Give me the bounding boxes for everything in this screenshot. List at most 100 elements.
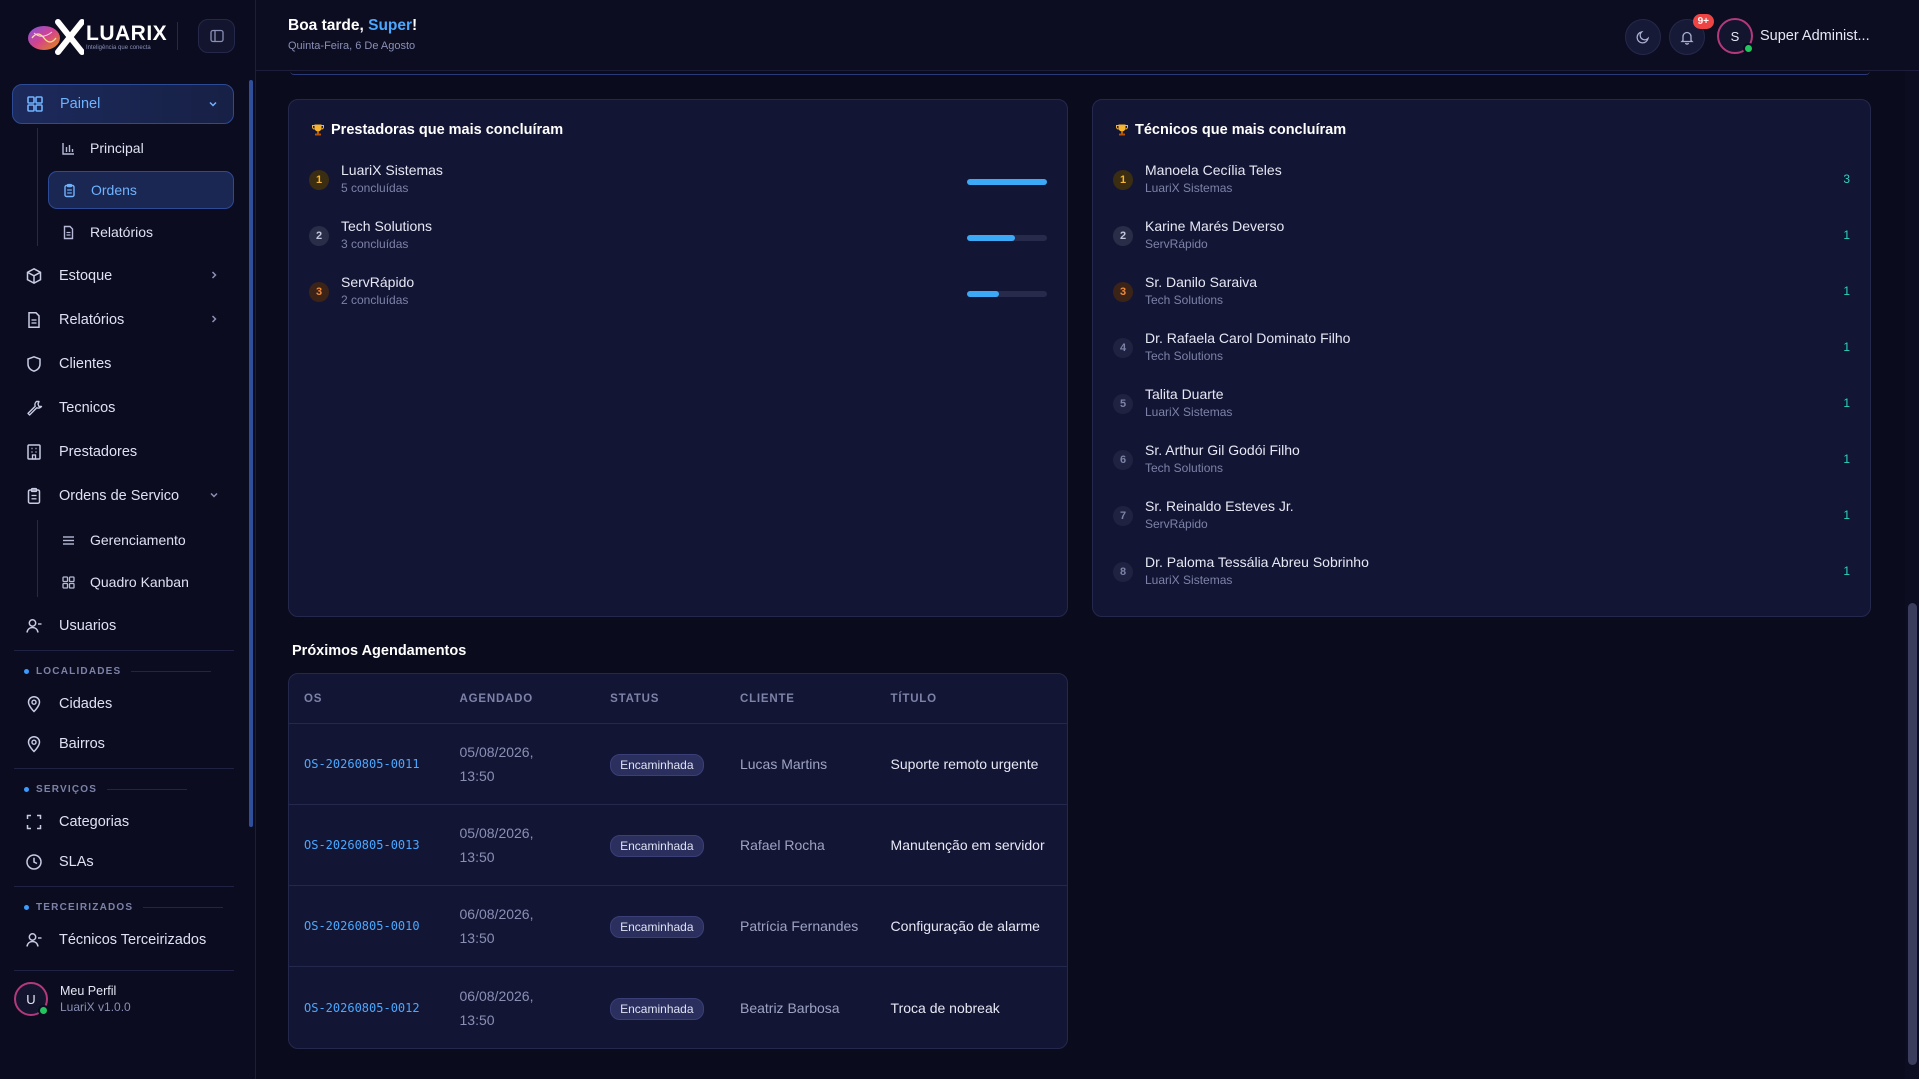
- table-row[interactable]: OS-20260805-0012 06/08/2026, 13:50 Encaminh…: [289, 967, 1067, 1048]
- scheduled-date: 05/08/2026,: [459, 825, 534, 841]
- table-row[interactable]: OS-20260805-0010 06/08/2026, 13:50 Encaminh…: [289, 886, 1067, 967]
- theme-toggle-button[interactable]: [1625, 19, 1661, 55]
- sidebar-item-estoque[interactable]: Estoque: [12, 256, 234, 296]
- progress-bar: [967, 291, 1047, 297]
- chevron-right-icon: [211, 315, 217, 323]
- logo-divider: [177, 22, 178, 50]
- technician-company: Tech Solutions: [1145, 349, 1224, 363]
- sidebar-subitem-relatorios[interactable]: Relatórios: [48, 213, 234, 251]
- sidebar-item-relatorios[interactable]: Relatórios: [12, 300, 234, 340]
- sidebar-item-label: Tecnicos: [59, 400, 116, 416]
- clipboard-list-icon: [27, 487, 41, 504]
- status-cell: Encaminhada: [595, 724, 725, 805]
- sidebar-item-label: Técnicos Terceirizados: [59, 932, 207, 948]
- completed-count: 3: [1843, 172, 1850, 186]
- section-label-localidades: LOCALIDADES: [24, 664, 212, 678]
- sidebar-item-label: Prestadores: [59, 444, 138, 460]
- greeting-prefix: Boa tarde,: [288, 17, 369, 34]
- chevron-right-icon: [211, 271, 217, 279]
- notifications-button[interactable]: 9+: [1669, 14, 1714, 55]
- profile-menu[interactable]: U Meu Perfil LuariX v1.0.0: [14, 982, 131, 1016]
- section-rule: [143, 906, 224, 908]
- previous-card-edge: [290, 71, 1870, 75]
- sidebar-item-label: Painel: [60, 96, 101, 112]
- completed-count: 5 concluídas: [341, 181, 409, 195]
- table-row[interactable]: OS-20260805-0011 05/08/2026, 13:50 Encaminh…: [289, 724, 1067, 805]
- sidebar-item-slas[interactable]: SLAs: [12, 842, 234, 882]
- sidebar-subitem-principal[interactable]: Principal: [48, 129, 234, 167]
- technician-row[interactable]: 2 Karine Marés Deverso ServRápido 1: [1113, 218, 1850, 258]
- technician-name: Manoela Cecília Teles: [1145, 162, 1282, 178]
- sidebar-item-tecnicos-terceirizados[interactable]: Técnicos Terceirizados: [12, 920, 234, 960]
- technician-row[interactable]: 5 Talita Duarte LuariX Sistemas 1: [1113, 386, 1850, 426]
- top-header: Boa tarde, Super! Quinta-Feira, 6 De Ago…: [256, 0, 1919, 71]
- sidebar-subitem-label: Quadro Kanban: [90, 574, 189, 590]
- provider-row[interactable]: 1 LuariX Sistemas 5 concluídas: [309, 162, 1047, 202]
- card-title-text: Técnicos que mais concluíram: [1135, 122, 1347, 138]
- user-menu-name[interactable]: Super Administ...: [1760, 28, 1870, 44]
- sidebar-item-prestadores[interactable]: Prestadores: [12, 432, 234, 472]
- report-icon: [28, 312, 40, 328]
- technician-name: Dr. Rafaela Carol Dominato Filho: [1145, 330, 1351, 346]
- page-scrollbar-thumb[interactable]: [1908, 603, 1917, 1065]
- technician-company: ServRápido: [1145, 517, 1208, 531]
- provider-row[interactable]: 2 Tech Solutions 3 concluídas: [309, 218, 1047, 258]
- technician-row[interactable]: 6 Sr. Arthur Gil Godói Filho Tech Solution…: [1113, 442, 1850, 482]
- technician-row[interactable]: 1 Manoela Cecília Teles LuariX Sistemas 3: [1113, 162, 1850, 202]
- clock-icon: [26, 854, 42, 870]
- chevron-down-icon: [209, 101, 217, 107]
- section-label-text: SERVIÇOS: [36, 783, 98, 795]
- collapse-sidebar-button[interactable]: [198, 19, 235, 53]
- sidebar-subitem-ordens[interactable]: Ordens: [48, 171, 234, 209]
- status-badge: Encaminhada: [610, 997, 704, 1020]
- column-header: TÍTULO: [875, 674, 1067, 724]
- rank-badge: 3: [309, 282, 329, 302]
- provider-row[interactable]: 3 ServRápido 2 concluídas: [309, 274, 1047, 314]
- sidebar-item-bairros[interactable]: Bairros: [12, 724, 234, 764]
- technician-row[interactable]: 7 Sr. Reinaldo Esteves Jr. ServRápido 1: [1113, 498, 1850, 538]
- os-number-link[interactable]: OS-20260805-0012: [289, 967, 445, 1048]
- section-dot: [24, 786, 29, 792]
- card-title-text: Prestadoras que mais concluíram: [331, 122, 564, 138]
- sidebar-item-painel[interactable]: Painel: [12, 84, 234, 124]
- technician-row[interactable]: 8 Dr. Paloma Tessália Abreu Sobrinho Luari…: [1113, 554, 1850, 594]
- sidebar-item-categorias[interactable]: Categorias: [12, 802, 234, 842]
- user-avatar[interactable]: S: [1717, 18, 1754, 54]
- sidebar-item-label: Bairros: [59, 736, 105, 752]
- sidebar-item-ordens-de-servico[interactable]: Ordens de Servico: [12, 476, 234, 516]
- section-label-text: LOCALIDADES: [36, 665, 122, 677]
- scheduled-date: 06/08/2026,: [459, 906, 534, 922]
- sidebar-subitem-label: Gerenciamento: [90, 532, 186, 548]
- sidebar-subitem-gerenciamento[interactable]: Gerenciamento: [48, 521, 234, 559]
- table-row[interactable]: OS-20260805-0013 05/08/2026, 13:50 Encaminh…: [289, 805, 1067, 886]
- table-header-row: OS AGENDADO STATUS CLIENTE TÍTULO: [289, 674, 1067, 724]
- technician-name: Dr. Paloma Tessália Abreu Sobrinho: [1145, 554, 1369, 570]
- os-number-link[interactable]: OS-20260805-0011: [289, 724, 445, 805]
- completed-count: 1: [1843, 564, 1850, 578]
- technician-row[interactable]: 3 Sr. Danilo Saraiva Tech Solutions 1: [1113, 274, 1850, 314]
- status-cell: Encaminhada: [595, 805, 725, 886]
- sidebar-item-label: Ordens de Servico: [59, 488, 180, 504]
- column-header: CLIENTE: [724, 674, 876, 724]
- rank-badge: 3: [1113, 282, 1133, 302]
- brand-logo[interactable]: LUARIX Inteligência que conecta: [22, 18, 167, 56]
- sidebar-scrollbar[interactable]: [249, 80, 253, 827]
- trophy-icon: [1115, 124, 1129, 136]
- os-number-link[interactable]: OS-20260805-0010: [289, 886, 445, 967]
- trophy-icon: [311, 124, 325, 136]
- rank-badge: 4: [1113, 338, 1133, 358]
- sidebar-item-usuarios[interactable]: Usuarios: [12, 606, 234, 646]
- technician-company: LuariX Sistemas: [1145, 181, 1233, 195]
- sidebar-item-tecnicos[interactable]: Tecnicos: [12, 388, 234, 428]
- sidebar-subitem-quadro-kanban[interactable]: Quadro Kanban: [48, 563, 234, 601]
- greeting-name: Super: [368, 17, 413, 34]
- sidebar: LUARIX Inteligência que conecta Painel P…: [0, 0, 256, 1079]
- sidebar-item-clientes[interactable]: Clientes: [12, 344, 234, 384]
- provider-name: ServRápido: [341, 274, 415, 290]
- logo-tagline: Inteligência que conecta: [86, 44, 151, 51]
- avatar: U: [14, 982, 49, 1016]
- os-number-link[interactable]: OS-20260805-0013: [289, 805, 445, 886]
- sidebar-item-cidades[interactable]: Cidades: [12, 684, 234, 724]
- technician-row[interactable]: 4 Dr. Rafaela Carol Dominato Filho Tech So…: [1113, 330, 1850, 370]
- sidebar-subitem-label: Relatórios: [90, 224, 154, 240]
